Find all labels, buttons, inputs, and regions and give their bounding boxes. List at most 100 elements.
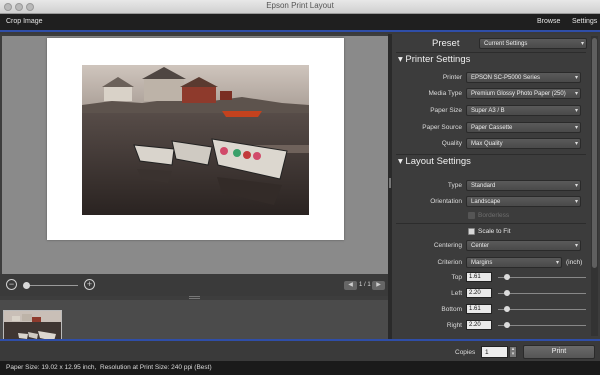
divider — [396, 223, 586, 224]
criterion-select[interactable]: Margins ▾ — [466, 257, 562, 268]
chevron-down-icon: ▾ — [574, 199, 578, 205]
quality-value: Max Quality — [471, 141, 503, 147]
title-bar: Epson Print Layout — [0, 0, 600, 14]
paper-source-label: Paper Source — [422, 124, 462, 131]
print-button[interactable]: Print — [523, 345, 595, 359]
margin-left-slider[interactable] — [498, 293, 586, 294]
chevron-down-icon: ▾ — [574, 75, 578, 81]
preview-pane: − + ◀ 1 / 1 ▶ — [0, 34, 388, 373]
browse-button[interactable]: Browse — [537, 18, 560, 25]
preset-value: Current Settings — [484, 41, 528, 47]
preset-select[interactable]: Current Settings ▾ — [479, 38, 587, 49]
photo-image[interactable] — [82, 65, 309, 215]
paper-source-select[interactable]: Paper Cassette ▾ — [466, 122, 581, 133]
margin-left-input[interactable]: 2.20 — [466, 288, 492, 298]
crop-image-button[interactable]: Crop Image — [6, 18, 43, 25]
criterion-value: Margins — [471, 260, 493, 266]
chevron-down-icon: ▾ — [574, 108, 578, 114]
printer-label: Printer — [442, 74, 462, 81]
orientation-select[interactable]: Landscape ▾ — [466, 196, 581, 207]
print-preview-area — [2, 36, 388, 274]
margin-bottom-slider[interactable] — [498, 309, 586, 310]
scale-to-fit-label: Scale to Fit — [478, 228, 511, 235]
settings-scrollbar-thumb[interactable] — [592, 38, 597, 268]
printer-select[interactable]: EPSON SC-P5000 Series ▾ — [466, 72, 581, 83]
divider — [396, 52, 586, 53]
margin-right-label: Right — [446, 322, 462, 329]
previous-page-button[interactable]: ◀ — [344, 281, 357, 290]
paper-size-label: Paper Size — [430, 107, 462, 114]
chevron-down-icon: ▾ — [574, 91, 578, 97]
copies-stepper[interactable]: ▴ ▾ — [509, 346, 517, 358]
margin-right-slider[interactable] — [498, 325, 586, 326]
zoom-bar: − + ◀ 1 / 1 ▶ — [0, 274, 388, 296]
type-label: Type — [447, 182, 462, 189]
orientation-value: Landscape — [471, 199, 501, 205]
centering-label: Centering — [433, 242, 462, 249]
margin-right-slider-handle[interactable] — [504, 322, 510, 328]
chevron-down-icon: ▾ — [574, 141, 578, 147]
zoom-out-icon[interactable]: − — [6, 279, 17, 290]
chevron-down-icon: ▾ — [574, 183, 578, 189]
settings-panel: Preset Current Settings ▾ ▾ Printer Setti… — [392, 34, 600, 339]
margin-top-slider[interactable] — [498, 277, 586, 278]
zoom-in-icon[interactable]: + — [84, 279, 95, 290]
toolbar: Crop Image Browse Settings — [0, 14, 600, 32]
margin-top-input[interactable]: 1.61 — [466, 272, 492, 282]
unit-label: (inch) — [566, 259, 583, 266]
zoom-slider-handle[interactable] — [23, 282, 30, 289]
borderless-checkbox[interactable] — [468, 212, 475, 219]
page-indicator: 1 / 1 — [359, 282, 371, 288]
settings-button[interactable]: Settings — [572, 18, 597, 25]
splitter-grip-icon[interactable] — [389, 178, 391, 188]
chevron-down-icon: ▾ — [580, 41, 584, 47]
preset-label: Preset — [432, 38, 460, 49]
quality-label: Quality — [441, 140, 462, 147]
layout-settings-title: Layout Settings — [405, 156, 471, 167]
chevron-down-icon: ▾ — [555, 260, 559, 266]
printer-value: EPSON SC-P5000 Series — [471, 75, 541, 81]
media-type-label: Media Type — [428, 90, 462, 97]
paper-size-status: Paper Size: 19.02 x 12.95 inch, — [6, 364, 97, 371]
type-select[interactable]: Standard ▾ — [466, 180, 581, 191]
centering-value: Center — [471, 243, 490, 249]
printer-settings-heading[interactable]: ▾ Printer Settings — [398, 54, 470, 65]
app-window: Epson Print Layout Crop Image Browse Set… — [0, 0, 600, 375]
next-page-button[interactable]: ▶ — [372, 281, 385, 290]
layout-settings-heading[interactable]: ▾ Layout Settings — [398, 156, 471, 167]
chevron-down-icon: ▾ — [574, 125, 578, 131]
margin-left-label: Left — [451, 290, 462, 297]
quality-select[interactable]: Max Quality ▾ — [466, 138, 581, 149]
orientation-label: Orientation — [430, 198, 462, 205]
pane-resize-handle[interactable] — [189, 296, 200, 299]
margin-top-slider-handle[interactable] — [504, 274, 510, 280]
borderless-label: Borderless — [478, 212, 510, 219]
chevron-down-icon: ▾ — [574, 243, 578, 249]
margin-bottom-label: Bottom — [441, 306, 462, 313]
resolution-status: Resolution at Print Size: 240 ppi (Best) — [100, 364, 212, 371]
copies-input[interactable]: 1 — [481, 346, 508, 358]
paper-size-select[interactable]: Super A3 / B ▾ — [466, 105, 581, 116]
print-bar: Copies 1 ▴ ▾ Print — [0, 339, 600, 361]
media-type-select[interactable]: Premium Glossy Photo Paper (250) ▾ — [466, 88, 581, 99]
printer-settings-title: Printer Settings — [405, 54, 471, 65]
type-value: Standard — [471, 183, 496, 189]
centering-select[interactable]: Center ▾ — [466, 240, 581, 251]
zoom-slider[interactable] — [24, 285, 78, 286]
margin-bottom-slider-handle[interactable] — [504, 306, 510, 312]
status-bar: Paper Size: 19.02 x 12.95 inch, Resoluti… — [0, 361, 600, 375]
paper-size-value: Super A3 / B — [471, 108, 505, 114]
paper-sheet — [47, 38, 344, 240]
criterion-label: Criterion — [437, 259, 462, 266]
paper-source-value: Paper Cassette — [471, 125, 513, 131]
copies-label: Copies — [455, 349, 476, 356]
divider — [396, 154, 586, 155]
media-type-value: Premium Glossy Photo Paper (250) — [471, 91, 566, 97]
window-title: Epson Print Layout — [266, 1, 334, 10]
margin-bottom-input[interactable]: 1.61 — [466, 304, 492, 314]
scale-to-fit-checkbox[interactable] — [468, 228, 475, 235]
margin-left-slider-handle[interactable] — [504, 290, 510, 296]
margin-right-input[interactable]: 2.20 — [466, 320, 492, 330]
margin-top-label: Top — [451, 274, 462, 281]
harbor-photo — [82, 65, 309, 215]
